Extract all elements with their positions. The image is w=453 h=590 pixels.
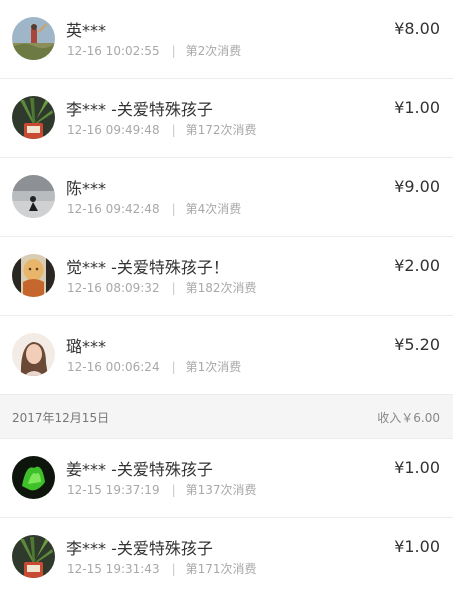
customer-name: 陈*** bbox=[66, 179, 107, 198]
meta-divider: | bbox=[171, 483, 176, 497]
record-meta: 12-16 09:42:48 | 第4次消费 bbox=[67, 200, 241, 217]
plant-pot-avatar bbox=[12, 535, 55, 578]
record-row[interactable]: 英*** 12-16 10:02:55 | 第2次消费 ¥8.00 bbox=[0, 0, 453, 79]
record-time: 12-16 10:02:55 bbox=[67, 44, 160, 58]
meta-divider: | bbox=[171, 123, 176, 137]
plant-pot-avatar bbox=[12, 96, 55, 139]
amount: ¥5.20 bbox=[394, 335, 440, 354]
amount: ¥8.00 bbox=[394, 19, 440, 38]
amount: ¥9.00 bbox=[394, 177, 440, 196]
amount: ¥1.00 bbox=[394, 98, 440, 117]
consumption-count: 第172次消费 bbox=[185, 123, 257, 137]
green-plant-avatar bbox=[12, 456, 55, 499]
record-row[interactable]: 陈*** 12-16 09:42:48 | 第4次消费 ¥9.00 bbox=[0, 158, 453, 237]
record-meta: 12-15 19:37:19 | 第137次消费 bbox=[67, 481, 257, 498]
day-summary-header: 2017年12月15日 收入￥6.00 bbox=[0, 395, 453, 439]
consumption-count: 第1次消费 bbox=[185, 360, 242, 374]
customer-name: 觉*** -关爱特殊孩子！ bbox=[66, 258, 229, 277]
record-meta: 12-16 00:06:24 | 第1次消费 bbox=[67, 358, 241, 375]
record-row[interactable]: 觉*** -关爱特殊孩子！ 12-16 08:09:32 | 第182次消费 ¥2.… bbox=[0, 237, 453, 316]
customer-name: 李*** -关爱特殊孩子 bbox=[66, 100, 213, 119]
record-meta: 12-15 19:31:43 | 第171次消费 bbox=[67, 560, 257, 577]
record-time: 12-16 08:09:32 bbox=[67, 281, 160, 295]
customer-name: 姜*** -关爱特殊孩子 bbox=[66, 460, 213, 479]
consumption-count: 第171次消费 bbox=[185, 562, 257, 576]
meta-divider: | bbox=[171, 202, 176, 216]
amount: ¥1.00 bbox=[394, 458, 440, 477]
customer-name: 璐*** bbox=[66, 337, 107, 356]
customer-name: 李*** -关爱特殊孩子 bbox=[66, 539, 213, 558]
record-meta: 12-16 10:02:55 | 第2次消费 bbox=[67, 42, 241, 59]
grey-scene-avatar bbox=[12, 175, 55, 218]
statue-avatar bbox=[12, 254, 55, 297]
day-date: 2017年12月15日 bbox=[12, 411, 110, 425]
customer-name: 英*** bbox=[66, 21, 107, 40]
consumption-count: 第4次消费 bbox=[185, 202, 242, 216]
record-row[interactable]: 李*** -关爱特殊孩子 12-15 19:31:43 | 第171次消费 ¥1.0… bbox=[0, 518, 453, 590]
meta-divider: | bbox=[171, 360, 176, 374]
day-income: 收入￥6.00 bbox=[377, 411, 440, 425]
meta-divider: | bbox=[171, 44, 176, 58]
consumption-count: 第2次消费 bbox=[185, 44, 242, 58]
record-meta: 12-16 09:49:48 | 第172次消费 bbox=[67, 121, 257, 138]
record-time: 12-15 19:31:43 bbox=[67, 562, 160, 576]
record-row[interactable]: 姜*** -关爱特殊孩子 12-15 19:37:19 | 第137次消费 ¥1.0… bbox=[0, 439, 453, 518]
record-row[interactable]: 李*** -关爱特殊孩子 12-16 09:49:48 | 第172次消费 ¥1.0… bbox=[0, 79, 453, 158]
woman-portrait-avatar bbox=[12, 333, 55, 376]
record-time: 12-16 09:42:48 bbox=[67, 202, 160, 216]
landscape-person-avatar bbox=[12, 17, 55, 60]
meta-divider: | bbox=[171, 281, 176, 295]
meta-divider: | bbox=[171, 562, 176, 576]
record-time: 12-16 09:49:48 bbox=[67, 123, 160, 137]
amount: ¥1.00 bbox=[394, 537, 440, 556]
amount: ¥2.00 bbox=[394, 256, 440, 275]
consumption-count: 第137次消费 bbox=[185, 483, 257, 497]
record-meta: 12-16 08:09:32 | 第182次消费 bbox=[67, 279, 257, 296]
consumption-count: 第182次消费 bbox=[185, 281, 257, 295]
consumption-record-list: 英*** 12-16 10:02:55 | 第2次消费 ¥8.00 李*** -关爱… bbox=[0, 0, 453, 590]
record-time: 12-15 19:37:19 bbox=[67, 483, 160, 497]
record-time: 12-16 00:06:24 bbox=[67, 360, 160, 374]
record-row[interactable]: 璐*** 12-16 00:06:24 | 第1次消费 ¥5.20 bbox=[0, 316, 453, 395]
